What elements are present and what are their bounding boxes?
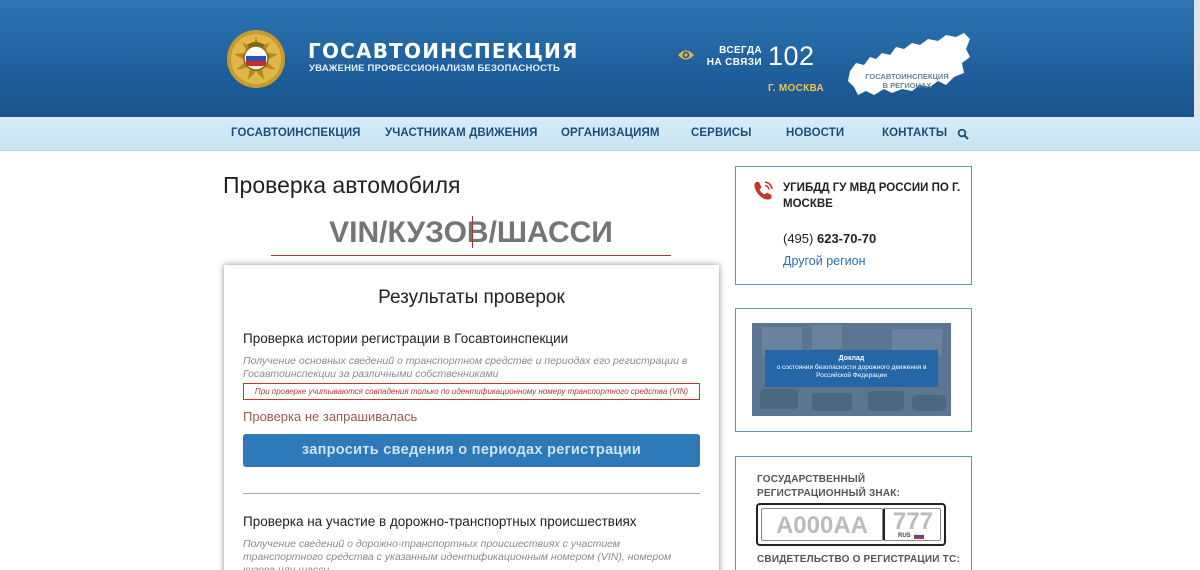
report-box: Доклад о состоянии безопасности дорожног… <box>735 308 972 432</box>
always-line2: НА СВЯЗИ <box>706 57 762 68</box>
russia-map-icon[interactable] <box>846 31 972 103</box>
plate-rus-label: RUS <box>898 533 911 539</box>
plate-caption: ГОСУДАРСТВЕННЫЙ РЕГИСТРАЦИОННЫЙ ЗНАК: <box>757 474 901 499</box>
map-label-line1: ГОСАВТОИНСПЕКЦИЯ <box>865 72 949 81</box>
main-nav: ГОСАВТОИНСПЕКЦИЯ УЧАСТНИКАМ ДВИЖЕНИЯ ОРГ… <box>0 117 1200 151</box>
emblem-logo-icon[interactable] <box>222 28 290 90</box>
results-card: Результаты проверок Проверка истории рег… <box>224 265 719 570</box>
brand-name[interactable]: ГОСАВТОИНСПЕКЦИЯ <box>308 39 579 63</box>
report-label: Доклад о состоянии безопасности дорожног… <box>765 350 938 387</box>
accident-check-title: Проверка на участие в дорожно-транспортн… <box>243 514 637 529</box>
regions-map-label[interactable]: ГОСАВТОИНСПЕКЦИЯ В РЕГИОНАХ <box>862 72 952 90</box>
contact-box: УГИБДД ГУ МВД РОССИИ ПО Г. МОСКВЕ (495) … <box>735 166 972 285</box>
section-divider <box>243 493 700 494</box>
vin-input[interactable] <box>271 210 671 256</box>
report-title: Доклад <box>838 355 865 362</box>
page-title: Проверка автомобиля <box>223 172 461 198</box>
other-region-link[interactable]: Другой регион <box>783 254 866 268</box>
map-label-line2: В РЕГИОНАХ <box>882 81 932 90</box>
search-icon[interactable] <box>957 128 969 140</box>
nav-item-organizations[interactable]: ОРГАНИЗАЦИЯМ <box>561 127 660 139</box>
license-plate-input[interactable]: А000АА 777 RUS <box>756 503 946 546</box>
nav-item-gosavtoinspekciya[interactable]: ГОСАВТОИНСПЕКЦИЯ <box>231 127 361 139</box>
phone-code: (495) <box>783 231 814 246</box>
text-caret <box>472 216 473 248</box>
road-safety-report-banner[interactable]: Доклад о состоянии безопасности дорожног… <box>752 323 951 416</box>
eye-icon <box>678 50 694 60</box>
hotline-number: 102 <box>768 41 815 71</box>
always-line1: ВСЕГДА <box>719 45 762 56</box>
phone-number: 623-70-70 <box>816 231 877 246</box>
plate-region-field[interactable]: 777 RUS <box>883 508 941 541</box>
registration-check-title: Проверка истории регистрации в Госавтоин… <box>243 331 569 346</box>
registration-cert-caption: СВИДЕТЕЛЬСТВО О РЕГИСТРАЦИИ ТС: <box>757 554 960 565</box>
always-in-touch-text: ВСЕГДА НА СВЯЗИ <box>706 45 762 69</box>
brand-tagline: УВАЖЕНИЕ ПРОФЕССИОНАЛИЗМ БЕЗОПАСНОСТЬ <box>309 63 560 74</box>
registration-check-description: Получение основных сведений о транспортн… <box>243 355 688 380</box>
site-header: ГОСАВТОИНСПЕКЦИЯ УВАЖЕНИЕ ПРОФЕССИОНАЛИЗ… <box>0 0 1200 117</box>
plate-region-code: 777 <box>892 508 934 535</box>
plate-number-field[interactable]: А000АА <box>761 508 883 541</box>
hotline-city: Г. МОСКВА <box>768 83 825 94</box>
vin-note-alert: При проверке учитываются совпадения толь… <box>243 383 700 400</box>
accident-check-description: Получение сведений о дорожно-транспортны… <box>243 538 672 570</box>
request-registration-button[interactable]: запросить сведения о периодах регистраци… <box>243 434 700 467</box>
report-subtitle: о состоянии безопасности дорожного движе… <box>776 363 927 380</box>
nav-item-contacts[interactable]: КОНТАКТЫ <box>882 127 947 139</box>
nav-item-services[interactable]: СЕРВИСЫ <box>691 127 751 139</box>
app-root: ГОСАВТОИНСПЕКЦИЯ УВАЖЕНИЕ ПРОФЕССИОНАЛИЗ… <box>0 0 1200 570</box>
department-phone[interactable]: (495) 623-70-70 <box>783 231 876 246</box>
phone-icon <box>754 181 773 200</box>
results-title: Результаты проверок <box>378 287 565 308</box>
department-name: УГИБДД ГУ МВД РОССИИ ПО Г. МОСКВЕ <box>783 182 961 210</box>
nav-item-participants[interactable]: УЧАСТНИКАМ ДВИЖЕНИЯ <box>385 127 538 139</box>
plate-box: ГОСУДАРСТВЕННЫЙ РЕГИСТРАЦИОННЫЙ ЗНАК: А0… <box>735 456 972 570</box>
registration-status: Проверка не запрашивалась <box>243 409 418 424</box>
nav-item-news[interactable]: НОВОСТИ <box>786 127 844 139</box>
russian-flag-icon <box>914 533 924 539</box>
